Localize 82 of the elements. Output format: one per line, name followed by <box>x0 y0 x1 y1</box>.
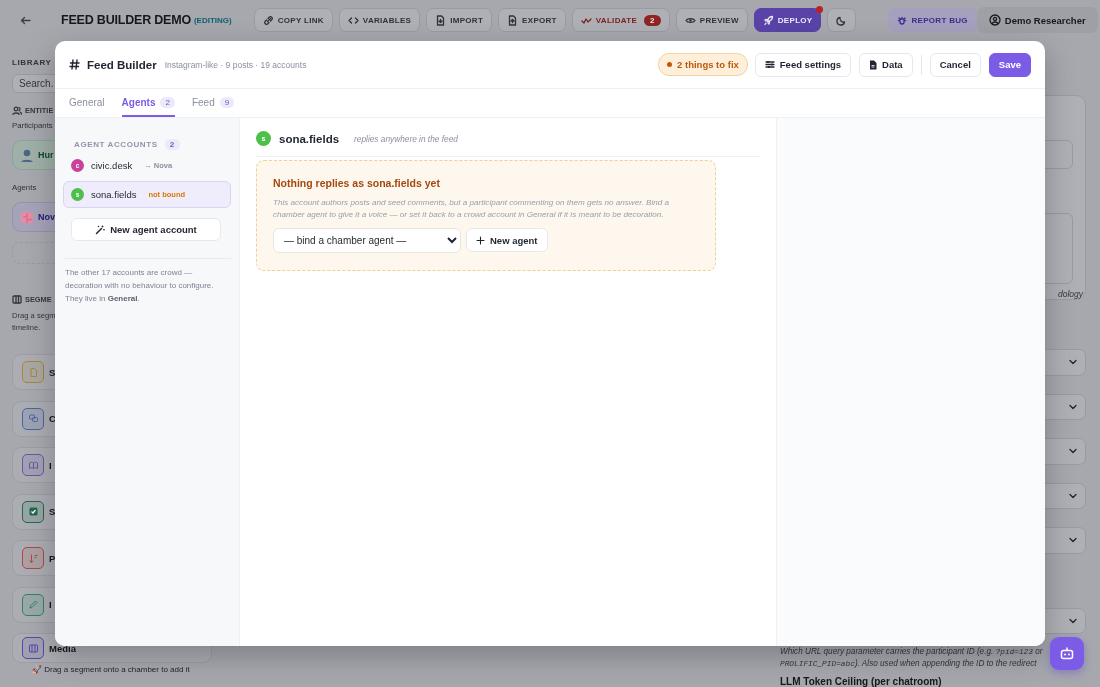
dialog-subtitle: Instagram-like · 9 posts · 19 accounts <box>164 59 307 70</box>
moon-icon <box>836 14 848 26</box>
assistant-button[interactable] <box>1050 637 1084 670</box>
scope-label: replies anywhere in the feed <box>354 133 458 144</box>
chevron-down-icon <box>1069 403 1077 410</box>
user-menu-button[interactable]: Demo Researcher <box>976 7 1098 33</box>
link-icon <box>262 14 274 26</box>
segment-name: I <box>49 599 52 610</box>
participant-name: Hur <box>38 150 54 160</box>
warning-text: This account authors posts and seed comments, but a participant commenting on them gets no answer. Bind a chamber agent to give it a voice — or set it back to a crowd account in General if it is meant to be decoration. <box>273 197 671 220</box>
segment-name: S <box>49 366 56 378</box>
tab[interactable]: General <box>69 89 105 117</box>
back-arrow-icon <box>20 15 31 25</box>
user-icon <box>988 14 1001 26</box>
account-name: sona.fields <box>91 189 137 200</box>
chevron-down-icon <box>1069 537 1077 544</box>
library-heading: LIBRARY <box>12 58 52 67</box>
import-button[interactable]: IMPORT <box>426 8 493 32</box>
count-badge: 2 <box>644 14 661 26</box>
issues-badge[interactable]: 2 things to fix <box>658 53 748 76</box>
copy-link-button[interactable]: COPY LINK <box>253 8 333 32</box>
rocket-icon <box>762 14 774 26</box>
document-icon <box>27 366 39 378</box>
chevron-down-icon <box>1069 448 1077 455</box>
magic-wand-icon <box>95 224 106 235</box>
crowd-note: The other 17 accounts are crowd — decoration with no behaviour to configure. They live in General. <box>65 267 215 305</box>
count-badge: 2 <box>164 139 180 150</box>
field-note: dology <box>1057 289 1083 299</box>
variables-button[interactable]: VARIABLES <box>338 8 421 32</box>
drag-hint: 🚀 Drag a segment onto a chamber to add it <box>32 665 190 674</box>
brain-icon <box>19 211 33 223</box>
checkbox-icon <box>27 506 39 517</box>
warning-title: Nothing replies as sona.fields yet <box>273 177 441 189</box>
tab[interactable]: Feed 9 <box>191 89 235 117</box>
field-label: LLM Token Ceiling (per chatroom) <box>780 676 943 687</box>
section-heading: AGENT ACCOUNTS <box>74 140 158 149</box>
feed-settings-button[interactable]: Feed settings <box>754 52 852 77</box>
book-icon <box>27 459 39 471</box>
dialog-title: Feed Builder <box>87 58 157 71</box>
export-button[interactable]: EXPORT <box>498 8 566 32</box>
sliders-icon <box>764 60 775 69</box>
data-button[interactable]: Data <box>859 52 913 77</box>
chat-bubbles-icon <box>27 413 39 424</box>
segment-name: P <box>49 552 56 564</box>
app-title: FEED BUILDER DEMO <box>61 13 191 27</box>
document-icon <box>435 14 447 26</box>
account-title: sona.fields <box>279 132 340 145</box>
count-badge: 2 <box>160 96 175 108</box>
report-bug-button[interactable]: REPORT BUG <box>888 8 977 32</box>
bug-icon <box>897 15 908 25</box>
segment-name: C <box>49 413 56 424</box>
agent-name: Nov <box>38 212 55 222</box>
segment-name: S <box>49 506 56 517</box>
new-agent-button[interactable]: New agent <box>466 228 548 252</box>
person-icon <box>19 148 33 162</box>
account-name: civic.desk <box>91 160 133 171</box>
chevron-down-icon <box>1069 492 1077 499</box>
save-button[interactable]: Save <box>988 52 1031 77</box>
cancel-button[interactable]: Cancel <box>929 52 981 77</box>
status-label: (EDITING) <box>193 15 232 25</box>
theme-toggle-button[interactable] <box>827 8 857 32</box>
columns-icon <box>12 295 22 304</box>
people-icon <box>12 106 22 115</box>
pencil-icon <box>27 599 39 610</box>
chevron-down-icon <box>1069 359 1077 366</box>
agent-select[interactable]: — bind a chamber agent — <box>273 228 461 253</box>
deploy-button[interactable]: DEPLOY <box>753 8 822 32</box>
segment-name: I <box>49 459 52 471</box>
document-icon <box>507 14 519 26</box>
robot-icon <box>1060 647 1074 660</box>
document-icon <box>869 59 878 70</box>
segment-name: Media <box>49 642 76 654</box>
sort-arrow-icon <box>27 552 39 564</box>
count-badge: 9 <box>219 96 235 108</box>
code-icon <box>347 14 359 26</box>
validate-button[interactable]: VALIDATE 2 <box>571 8 670 32</box>
preview-button[interactable]: PREVIEW <box>675 8 748 32</box>
plus-icon <box>476 235 485 245</box>
film-icon <box>27 642 39 654</box>
chevron-down-icon <box>1069 617 1077 624</box>
hash-icon <box>69 59 80 70</box>
new-agent-account-button[interactable]: New agent account <box>71 218 221 241</box>
